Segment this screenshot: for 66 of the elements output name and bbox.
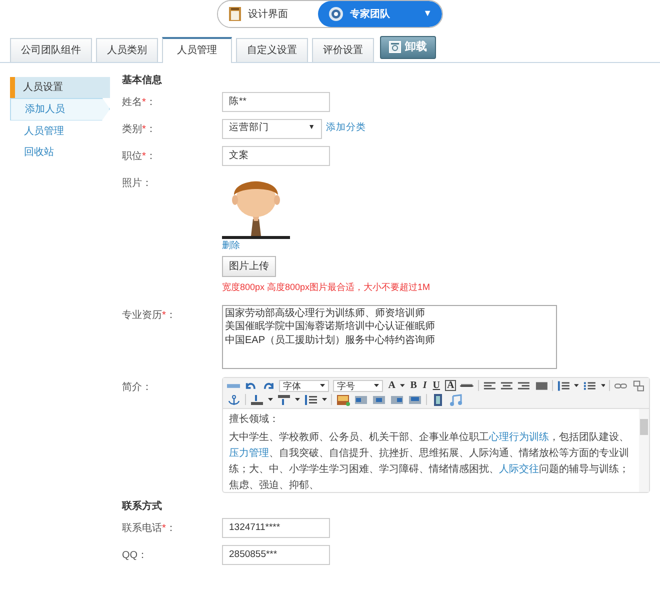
- upload-button[interactable]: 图片上传: [222, 256, 276, 277]
- underline-button[interactable]: U: [432, 380, 442, 392]
- text-field[interactable]: 2850855***: [222, 544, 330, 564]
- text-field[interactable]: 文案: [222, 146, 330, 166]
- column-spacing-icon[interactable]: [277, 394, 291, 406]
- tab[interactable]: 自定义设置: [236, 38, 308, 62]
- numbered-list-icon[interactable]: [557, 380, 570, 392]
- image-left-icon[interactable]: [354, 394, 368, 406]
- anchor-icon[interactable]: [227, 394, 241, 406]
- mode-toggle[interactable]: 专家团队 ▼: [318, 1, 442, 27]
- field-label: 联系电话*：: [122, 522, 177, 536]
- text-line: 中国EAP（员工援助计划）服务中心特约咨询师: [225, 334, 436, 347]
- tab[interactable]: 公司团队组件: [10, 38, 92, 62]
- image-center-icon[interactable]: [372, 394, 386, 406]
- qualifications-field[interactable]: 国家劳动部高级心理行为训练师、师资培训师 美国催眠学院中国海蓉诺斯培训中心认证催眠师 中国EAP（员工援助计划）服务中心特约咨询师: [222, 304, 557, 368]
- field-label: QQ：: [122, 548, 149, 562]
- field-label: 姓名*：: [122, 96, 157, 110]
- sidebar-item[interactable]: 回收站: [10, 142, 110, 162]
- italic-button[interactable]: I: [422, 380, 428, 392]
- section-title: 联系方式: [122, 499, 163, 514]
- field-label: 专业资历*：: [122, 308, 177, 322]
- sidebar-item[interactable]: 人员管理: [10, 120, 110, 142]
- tab[interactable]: 人员类别: [96, 38, 158, 62]
- field-label: 类别*：: [122, 122, 157, 136]
- align-right-icon[interactable]: [517, 380, 531, 392]
- tab[interactable]: 人员管理: [162, 36, 232, 62]
- paragraph: 大中学生、学校教师、公务员、机关干部、企事业单位职工心理行为训练，包括团队建设、 压力管理、自我突破、自信提升、抗挫折、思维拓展、人际沟通、情绪放松等方面的专业训练；大、中、小学学生学习困难、学习障碍、情绪情感困扰、人际交往问题的辅导与训练；焦虑、强迫、抑郁、: [229, 430, 630, 492]
- scrollbar[interactable]: [639, 408, 649, 492]
- row-spacing-icon[interactable]: [250, 394, 264, 406]
- field-label: 照片：: [122, 176, 153, 190]
- image-icon[interactable]: [336, 394, 350, 406]
- sidebar-item[interactable]: 添加人员: [10, 98, 110, 120]
- design-icon[interactable]: [228, 6, 242, 22]
- unlink-icon[interactable]: [632, 380, 646, 392]
- align-left-icon[interactable]: [482, 380, 496, 392]
- text-link[interactable]: 人际交往: [499, 464, 539, 474]
- section-title: 基本信息: [122, 74, 163, 88]
- background-color-button[interactable]: A: [445, 380, 456, 391]
- bullet-list-icon[interactable]: [583, 380, 597, 392]
- font-color-button[interactable]: A: [387, 380, 396, 392]
- add-category-link[interactable]: 添加分类: [326, 121, 366, 136]
- line-height-icon[interactable]: [304, 394, 318, 406]
- field-label: 简介：: [122, 380, 153, 394]
- upload-hint: 宽度800px 高度800px图片最合适，大小不要超过1M: [222, 281, 430, 294]
- align-center-icon[interactable]: [500, 380, 514, 392]
- delete-link[interactable]: 删除: [222, 238, 240, 252]
- text-field[interactable]: 1324711****: [222, 518, 330, 538]
- film-icon[interactable]: [431, 394, 445, 406]
- font-select[interactable]: 字体: [279, 380, 330, 392]
- rich-text-editor[interactable]: 字体 字号 A B I U A 擅长领域： 大中学生、学校教师、公务员、机关干部、企事业单位职工心理行为训练，包括团队建设、 压力管理、自我突破、自信提升、抗挫折、思维拓展、人际沟通、情绪放松等方面的专业训练；大、中、小学学生学习困难、学习障碍、情绪情感困扰、人际交往问题的辅导与训练；焦虑、强迫、抑郁、: [222, 376, 650, 492]
- gear-icon[interactable]: [328, 6, 344, 22]
- image-block-icon[interactable]: [408, 394, 422, 406]
- tab[interactable]: 评价设置: [312, 38, 374, 62]
- paragraph: 擅长领域：: [229, 412, 280, 426]
- sidebar-heading: 人员设置: [10, 76, 110, 98]
- text-link[interactable]: 压力管理: [229, 448, 269, 458]
- text-line: 美国催眠学院中国海蓉诺斯培训中心认证催眠师: [225, 320, 436, 334]
- bold-button[interactable]: B: [409, 380, 418, 392]
- size-select[interactable]: 字号: [333, 380, 384, 392]
- image-right-icon[interactable]: [390, 394, 404, 406]
- text-line: 国家劳动部高级心理行为训练师、师资培训师: [225, 306, 426, 320]
- text-link[interactable]: 心理行为训练: [489, 432, 549, 442]
- field-label: 职位*：: [122, 150, 157, 164]
- trash-icon[interactable]: [389, 41, 401, 54]
- justify-icon[interactable]: [534, 380, 548, 392]
- text-field[interactable]: 陈**: [222, 92, 330, 112]
